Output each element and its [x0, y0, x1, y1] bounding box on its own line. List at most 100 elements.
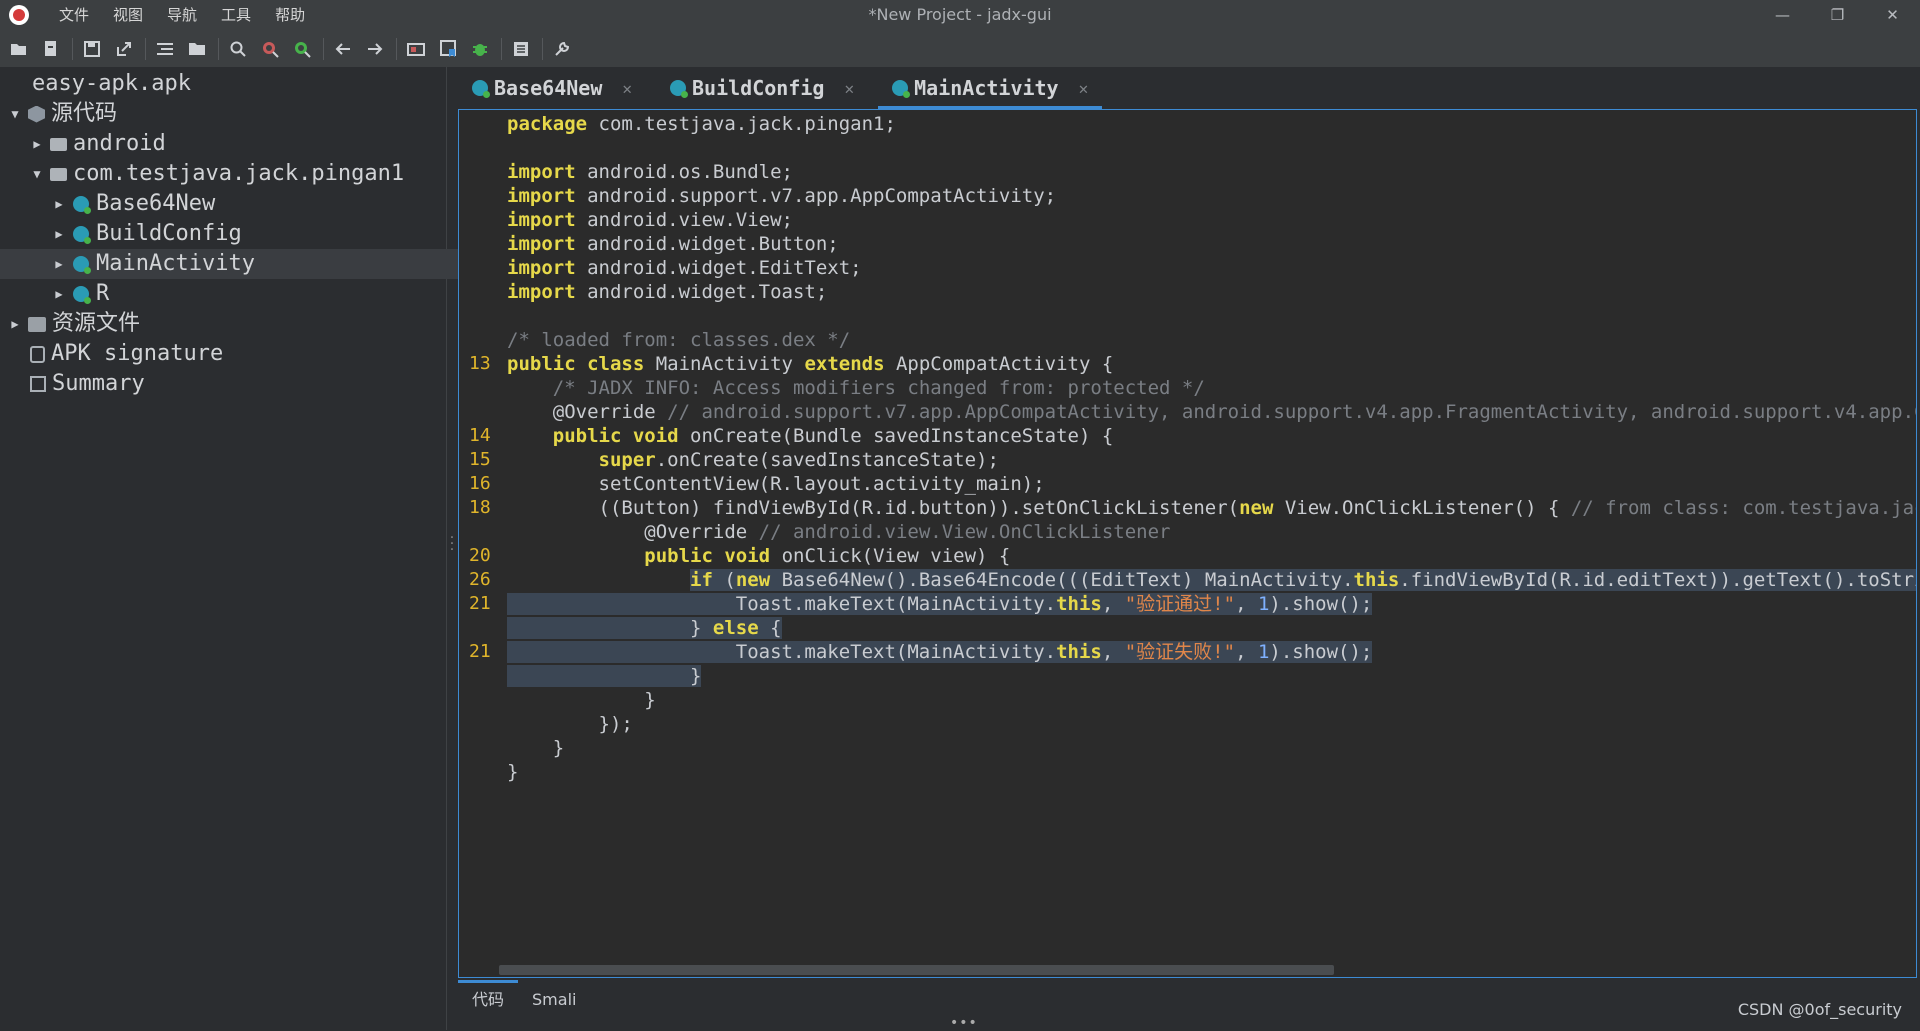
collapsed-arrow-icon[interactable]: ▶ — [8, 309, 22, 339]
tree-item-source[interactable]: ▼ 源代码 — [0, 99, 454, 129]
tree-item-class[interactable]: ▶ BuildConfig — [0, 219, 498, 249]
line-number: 15 — [469, 449, 491, 470]
tree-item-label: BuildConfig — [96, 221, 242, 246]
tab-code[interactable]: 代码 — [458, 980, 519, 1020]
toolbar-separator — [396, 37, 397, 60]
tree-item-label: Summary — [52, 371, 145, 396]
tree-item-class[interactable]: ▶ Base64New — [0, 189, 498, 219]
tree-item-label: 源代码 — [51, 101, 118, 126]
menu-view[interactable]: 视图 — [101, 0, 155, 30]
tree-item-label: R — [96, 281, 110, 306]
class-icon — [73, 256, 91, 274]
preferences-icon[interactable] — [549, 36, 575, 62]
menu-help[interactable]: 帮助 — [263, 0, 317, 30]
jadx-logo-icon — [9, 5, 29, 25]
expanded-arrow-icon[interactable]: ▼ — [30, 159, 44, 189]
minimize-button[interactable]: — — [1755, 0, 1810, 30]
tree-item-signature[interactable]: APK signature — [0, 339, 476, 369]
toolbar-separator — [501, 37, 502, 60]
line-number: 26 — [469, 569, 491, 590]
tab-buildconfig[interactable]: BuildConfig ✕ — [656, 69, 868, 107]
project-tree: easy-apk.apk ▼ 源代码 ▶ android ▼ com.testj… — [0, 67, 498, 1030]
source-package-icon — [28, 105, 45, 123]
line-number: 16 — [469, 473, 491, 494]
class-icon — [73, 196, 91, 214]
collapsed-arrow-icon[interactable]: ▶ — [52, 279, 66, 309]
tree-item-android[interactable]: ▶ android — [0, 129, 476, 159]
line-number: 20 — [469, 545, 491, 566]
resize-handle-icon[interactable]: ••• — [950, 1015, 978, 1031]
panel-splitter[interactable]: · · · — [448, 531, 456, 557]
toolbar-separator — [542, 37, 543, 60]
bookmark-icon[interactable] — [435, 36, 461, 62]
forward-icon[interactable] — [362, 36, 388, 62]
tab-smali[interactable]: Smali — [518, 980, 590, 1020]
tree-item-class[interactable]: ▶ R — [0, 279, 498, 309]
apk-icon — [8, 75, 26, 93]
toolbar-separator — [145, 37, 146, 60]
close-window-button[interactable]: ✕ — [1865, 0, 1920, 30]
collapsed-arrow-icon[interactable]: ▶ — [52, 249, 66, 279]
log-icon[interactable] — [508, 36, 534, 62]
tree-item-label: Base64New — [96, 191, 216, 216]
class-icon — [892, 80, 911, 98]
open-icon[interactable] — [6, 36, 32, 62]
summary-icon — [30, 376, 46, 392]
menu-file[interactable]: 文件 — [47, 0, 101, 30]
tab-label: MainActivity — [914, 76, 1059, 100]
package-icon — [50, 137, 67, 151]
collapsed-arrow-icon[interactable]: ▶ — [52, 189, 66, 219]
line-number: 18 — [469, 497, 491, 518]
toolbar-separator — [323, 37, 324, 60]
resources-folder-icon — [28, 316, 46, 332]
expanded-arrow-icon[interactable]: ▼ — [8, 99, 22, 129]
deobfuscate-icon[interactable] — [403, 36, 429, 62]
tab-label: BuildConfig — [692, 76, 825, 100]
toolbar — [0, 30, 1920, 67]
menu-navigation[interactable]: 导航 — [155, 0, 209, 30]
back-icon[interactable] — [330, 36, 356, 62]
menu-bar: 文件 视图 导航 工具 帮助 — [47, 0, 317, 30]
tree-item-resources[interactable]: ▶ 资源文件 — [0, 309, 454, 339]
add-files-icon[interactable] — [38, 36, 64, 62]
tree-item-label: APK signature — [51, 341, 224, 366]
package-icon — [50, 167, 67, 181]
toolbar-separator — [72, 37, 73, 60]
restore-button[interactable]: ❐ — [1810, 0, 1865, 30]
tree-item-package[interactable]: ▼ com.testjava.jack.pingan1 — [0, 159, 476, 189]
line-number: 21 — [469, 641, 491, 662]
tree-item-class-selected[interactable]: ▶ MainActivity — [0, 249, 498, 279]
tab-base64new[interactable]: Base64New ✕ — [458, 69, 646, 107]
class-icon — [670, 80, 689, 98]
tree-item-label: 资源文件 — [52, 311, 141, 336]
tree-item-label: easy-apk.apk — [32, 71, 191, 96]
export-icon[interactable] — [111, 36, 137, 62]
find-usage-icon[interactable] — [289, 36, 315, 62]
tree-item-summary[interactable]: Summary — [0, 369, 476, 399]
tree-item-apk[interactable]: easy-apk.apk — [0, 69, 454, 99]
close-icon[interactable]: ✕ — [844, 79, 854, 98]
window-controls: — ❐ ✕ — [1755, 0, 1920, 30]
search-icon[interactable] — [225, 36, 251, 62]
line-number: 13 — [469, 353, 491, 374]
watermark: CSDN @0of_security — [1737, 1000, 1902, 1019]
title-bar: 文件 视图 导航 工具 帮助 *New Project - jadx-gui —… — [0, 0, 1920, 30]
collapsed-arrow-icon[interactable]: ▶ — [52, 219, 66, 249]
code-editor[interactable]: package com.testjava.jack.pingan1; impor… — [458, 109, 1917, 978]
close-icon[interactable]: ✕ — [1079, 79, 1089, 98]
debug-icon[interactable] — [467, 36, 493, 62]
sync-icon[interactable] — [152, 36, 178, 62]
folder-icon[interactable] — [184, 36, 210, 62]
certificate-icon — [30, 345, 45, 363]
line-number: 21 — [469, 593, 491, 614]
tree-item-label: com.testjava.jack.pingan1 — [73, 161, 405, 186]
tab-mainactivity[interactable]: MainActivity ✕ — [878, 69, 1103, 109]
horizontal-scrollbar[interactable] — [499, 965, 1334, 975]
menu-tools[interactable]: 工具 — [209, 0, 263, 30]
close-icon[interactable]: ✕ — [622, 79, 632, 98]
save-icon[interactable] — [79, 36, 105, 62]
toolbar-separator — [218, 37, 219, 60]
tree-item-label: android — [73, 131, 166, 156]
collapsed-arrow-icon[interactable]: ▶ — [30, 129, 44, 159]
find-class-icon[interactable] — [257, 36, 283, 62]
